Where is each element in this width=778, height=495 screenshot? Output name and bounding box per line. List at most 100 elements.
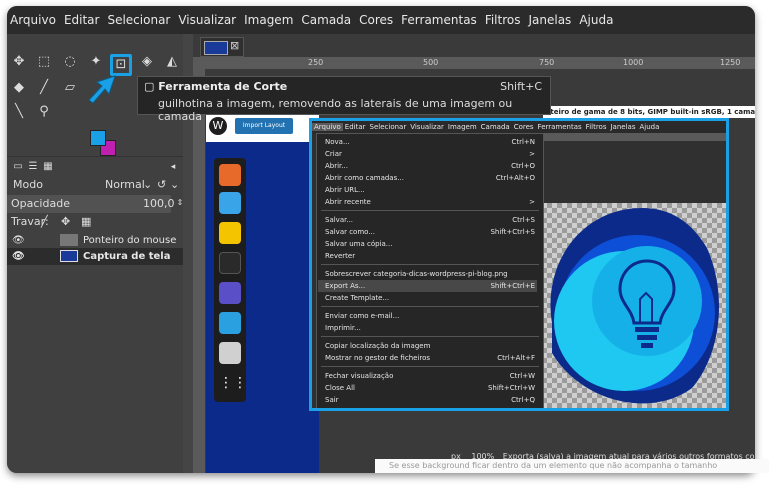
visibility-eye-icon[interactable]: 👁 <box>12 232 25 249</box>
opacity-value[interactable]: 100,0 <box>143 195 175 213</box>
trash-icon[interactable] <box>219 342 241 364</box>
menu-item-label: Copiar localização da imagem <box>325 342 431 350</box>
mode-reset-icon[interactable]: ↺ <box>157 176 166 194</box>
layer-row[interactable]: 👁 Ponteiro do mouse <box>7 232 183 249</box>
bucket-fill-icon[interactable]: ◆ <box>11 80 27 96</box>
color-picker-icon[interactable]: ╲ <box>11 104 27 120</box>
inset-menu-camada[interactable]: Camada <box>479 123 512 131</box>
inset-menu-editar[interactable]: Editar <box>343 123 368 131</box>
layer-thumbnail <box>60 234 78 246</box>
menu-editar[interactable]: Editar <box>61 13 105 27</box>
ruler-tick-250: 250 <box>308 58 324 67</box>
lock-alpha-icon[interactable]: ▦ <box>81 213 91 231</box>
inset-menu-cores[interactable]: Cores <box>512 123 536 131</box>
menu-item-salvar[interactable]: Salvar... Ctrl+S <box>325 214 537 226</box>
menu-item-abrir-recente[interactable]: Abrir recente > <box>325 196 537 208</box>
menu-filtros[interactable]: Filtros <box>482 13 526 27</box>
inset-menu-ferramentas[interactable]: Ferramentas <box>536 123 584 131</box>
menu-item-shortcut: Ctrl+Alt+O <box>495 174 535 182</box>
menu-item-close-all[interactable]: Close All Shift+Ctrl+W <box>325 382 537 394</box>
layer-row-active[interactable]: 👁 Captura de tela <box>7 248 183 265</box>
firefox-icon[interactable] <box>219 164 241 186</box>
menu-item-mostrar-gestor[interactable]: Mostrar no gestor de ficheiros Ctrl+Alt+F <box>325 352 537 364</box>
menu-item-criar[interactable]: Criar > <box>325 148 537 160</box>
opacity-row[interactable]: Opacidade 100,0 <box>7 195 175 213</box>
inset-menu-ajuda[interactable]: Ajuda <box>637 123 661 131</box>
menu-item-salvar-copia[interactable]: Salvar uma cópia... <box>325 238 537 250</box>
terminal-icon[interactable] <box>219 252 241 274</box>
image-tab-thumbnail <box>204 41 228 55</box>
inset-screenshot: Arquivo Editar Selecionar Visualizar Ima… <box>309 118 729 411</box>
zoom-tool-icon[interactable]: ⚲ <box>36 104 52 120</box>
menu-item-sobrescrever[interactable]: Sobrescrever categoria-dicas-wordpress-p… <box>325 268 537 280</box>
menu-item-imprimir[interactable]: Imprimir... <box>325 322 537 334</box>
apps-grid-icon[interactable]: ⋮⋮ <box>219 372 247 394</box>
menu-arquivo[interactable]: Arquivo <box>7 13 61 27</box>
menu-visualizar[interactable]: Visualizar <box>175 13 241 27</box>
transform-tool-icon[interactable]: ◈ <box>139 54 155 70</box>
lock-pixels-icon[interactable]: ╱ <box>41 213 48 231</box>
inset-menu-selecionar[interactable]: Selecionar <box>368 123 409 131</box>
close-tab-icon[interactable]: ⊠ <box>230 39 239 52</box>
menu-item-export-as[interactable]: Export As... Shift+Ctrl+E <box>318 280 537 292</box>
visibility-eye-icon[interactable]: 👁 <box>12 248 25 265</box>
gimp-window: Arquivo Editar Selecionar Visualizar Ima… <box>7 6 755 473</box>
submenu-arrow-icon: > <box>529 150 535 158</box>
ruler-tick-1000: 1000 <box>623 58 644 67</box>
gimp-icon[interactable] <box>219 282 241 304</box>
inset-menu-visualizar[interactable]: Visualizar <box>408 123 446 131</box>
menu-ferramentas[interactable]: Ferramentas <box>398 13 482 27</box>
mode-select[interactable]: Normal <box>105 176 145 194</box>
menu-selecionar[interactable]: Selecionar <box>104 13 175 27</box>
inset-menu-janelas[interactable]: Janelas <box>608 123 637 131</box>
pointer-arrow-icon <box>88 75 116 104</box>
telegram-icon[interactable] <box>219 312 241 334</box>
image-tab[interactable]: ⊠ <box>200 37 244 57</box>
ruler-tick-750: 750 <box>539 58 555 67</box>
menu-item-fechar-visualizacao[interactable]: Fechar visualização Ctrl+W <box>325 370 537 382</box>
menu-cores[interactable]: Cores <box>356 13 398 27</box>
dock-menu-icon[interactable]: ◂ <box>165 159 181 175</box>
menu-item-label: Abrir URL... <box>325 186 365 194</box>
paintbrush-icon[interactable]: ╱ <box>36 80 52 96</box>
menu-item-label: Abrir como camadas... <box>325 174 404 182</box>
paths-tab-icon[interactable]: ▦ <box>40 159 56 175</box>
menu-item-label: Mostrar no gestor de ficheiros <box>325 354 431 362</box>
fuzzy-select-tool-icon[interactable]: ✦ <box>88 54 104 70</box>
menu-item-abrir[interactable]: Abrir... Ctrl+O <box>325 160 537 172</box>
opacity-stepper-icon[interactable]: ⇕ <box>172 195 188 211</box>
menu-item-abrir-url[interactable]: Abrir URL... <box>325 184 537 196</box>
mail-icon[interactable] <box>219 192 241 214</box>
inset-menu-arquivo[interactable]: Arquivo <box>312 123 343 131</box>
menu-item-label: Salvar... <box>325 216 354 224</box>
mode-chevron-icon[interactable]: ⌄ <box>170 176 179 194</box>
menu-item-abrir-camadas[interactable]: Abrir como camadas... Ctrl+Alt+O <box>325 172 537 184</box>
horizontal-ruler: 250 500 750 1000 1250 <box>193 57 755 69</box>
menu-janelas[interactable]: Janelas <box>525 13 576 27</box>
menu-ajuda[interactable]: Ajuda <box>576 13 618 27</box>
menu-camada[interactable]: Camada <box>298 13 356 27</box>
foreground-color-swatch[interactable] <box>90 130 106 146</box>
menu-item-copiar-localizacao[interactable]: Copiar localização da imagem <box>325 340 537 352</box>
rect-select-tool-icon[interactable]: ⬚ <box>36 54 52 70</box>
menu-item-create-template[interactable]: Create Template... <box>325 292 537 304</box>
ruler-tick-500: 500 <box>423 58 439 67</box>
menu-item-sair[interactable]: Sair Ctrl+Q <box>325 394 537 406</box>
menu-imagem[interactable]: Imagem <box>241 13 298 27</box>
inset-menu-filtros[interactable]: Filtros <box>584 123 609 131</box>
inset-menu-imagem[interactable]: Imagem <box>446 123 479 131</box>
menu-item-reverter[interactable]: Reverter <box>325 250 537 262</box>
warp-tool-icon[interactable]: ◭ <box>164 54 180 70</box>
menu-item-nova[interactable]: Nova... Ctrl+N <box>325 136 537 148</box>
lasso-tool-icon[interactable]: ◌ <box>62 54 78 70</box>
move-tool-icon[interactable]: ✥ <box>11 54 27 70</box>
mode-dropdown-icon[interactable]: ⌄ <box>143 176 152 194</box>
layers-tab-icon[interactable]: ▭ <box>10 159 26 175</box>
channels-tab-icon[interactable]: ☰ <box>25 159 41 175</box>
menu-item-shortcut: Shift+Ctrl+E <box>490 282 535 290</box>
eraser-icon[interactable]: ▱ <box>62 80 78 96</box>
menu-item-salvar-como[interactable]: Salvar como... Shift+Ctrl+S <box>325 226 537 238</box>
menu-item-enviar-email[interactable]: Enviar como e-mail... <box>325 310 537 322</box>
notes-icon[interactable] <box>219 222 241 244</box>
lock-position-icon[interactable]: ✥ <box>61 213 70 231</box>
